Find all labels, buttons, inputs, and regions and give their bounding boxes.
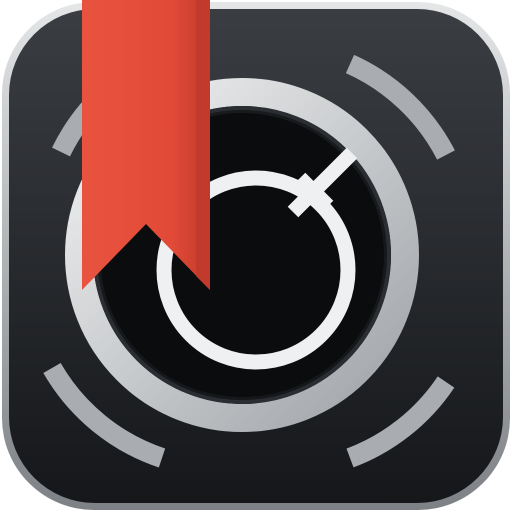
app-icon[interactable] [0,0,512,512]
app-icon-graphic [2,0,510,510]
